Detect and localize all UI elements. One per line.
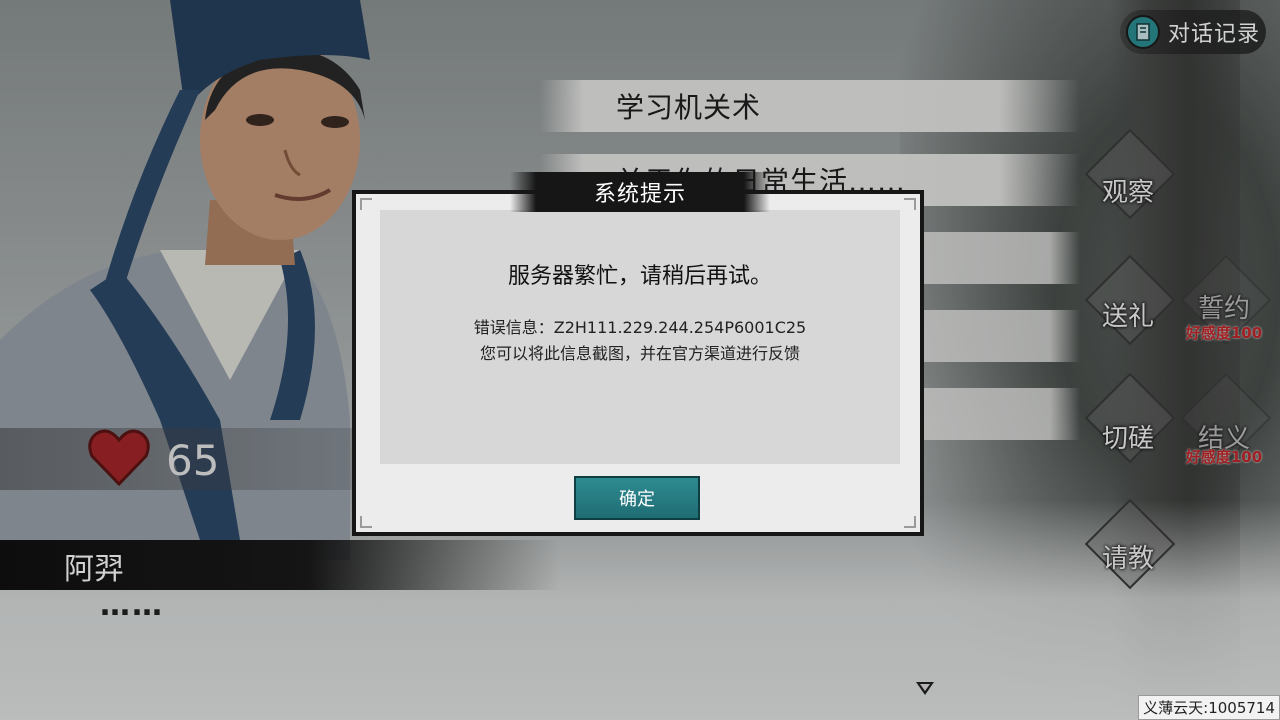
corner-decoration <box>360 198 372 210</box>
player-id: 义薄云天:1005714 <box>1138 695 1280 720</box>
system-dialog-error-info: 错误信息：Z2H111.229.244.254P6001C25 <box>473 318 807 337</box>
confirm-button[interactable]: 确定 <box>574 476 700 520</box>
system-dialog-content: 服务器繁忙，请稍后再试。 错误信息：Z2H111.229.244.254P600… <box>380 210 900 464</box>
corner-decoration <box>904 516 916 528</box>
corner-decoration <box>360 516 372 528</box>
system-dialog-title: 系统提示 <box>510 172 770 212</box>
system-dialog-hint: 您可以将此信息截图，并在官方渠道进行反馈 <box>479 344 800 363</box>
corner-decoration <box>904 198 916 210</box>
system-dialog-message: 服务器繁忙，请稍后再试。 <box>507 264 772 289</box>
